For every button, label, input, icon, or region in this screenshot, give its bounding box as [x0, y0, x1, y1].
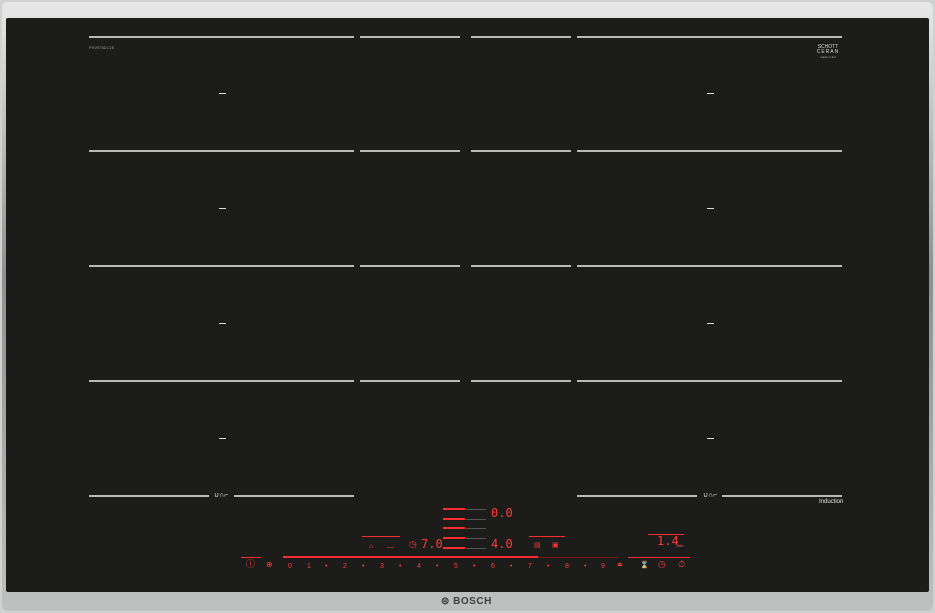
boost-icon[interactable]: ⏏: [617, 562, 623, 569]
induction-label: Induction: [819, 499, 844, 505]
right-timer-display: 1.4: [657, 534, 679, 548]
power-slider[interactable]: [283, 556, 538, 558]
keep-warm-icon[interactable]: ⌂: [369, 543, 373, 550]
flex-zone-icon-right: ∪∩⌐: [703, 492, 718, 499]
stopwatch-icon[interactable]: ⏱: [678, 560, 685, 569]
power-button-icon[interactable]: ⓘ: [246, 560, 255, 569]
flex-zone-icon-left: ∪∩⌐: [214, 492, 229, 499]
slider-bar-left: [241, 557, 261, 558]
power-scale: 0 1 • 2 • 3 • 4 • 5 • 6 • 7 • 8 • 9: [288, 563, 605, 570]
zone-indicator-bar: [443, 508, 465, 510]
move-function-icon[interactable]: ▣: [552, 542, 559, 549]
model-number: PXV975DC1E: [89, 45, 115, 50]
zone-select-icon[interactable]: ▤: [534, 542, 541, 549]
bosch-mark-icon: ⊜: [441, 596, 450, 607]
frying-icon[interactable]: —: [387, 544, 394, 551]
bosch-logo: ⊜ BOSCH: [441, 596, 492, 607]
zone-indicator-bar: [443, 518, 465, 520]
clock-icon[interactable]: ◷: [658, 560, 666, 569]
top-timer-display: 0.0: [491, 506, 513, 520]
glass-surface: [6, 18, 929, 592]
timer-icon[interactable]: ⌛: [640, 562, 649, 569]
schott-ceran-logo: SCHOTT CERAN made in EU: [816, 44, 840, 60]
child-lock-icon[interactable]: ⊕: [266, 561, 273, 569]
zone-timer-icon[interactable]: ◷: [409, 540, 417, 549]
mid-power-display: 4.0: [491, 537, 513, 551]
timer-unit: min: [677, 543, 684, 548]
left-power-display: 7.0: [421, 537, 443, 551]
cooktop: ∪∩⌐ ∪∩⌐ PXV975DC1E SCHOTT CERAN made in …: [0, 0, 935, 613]
